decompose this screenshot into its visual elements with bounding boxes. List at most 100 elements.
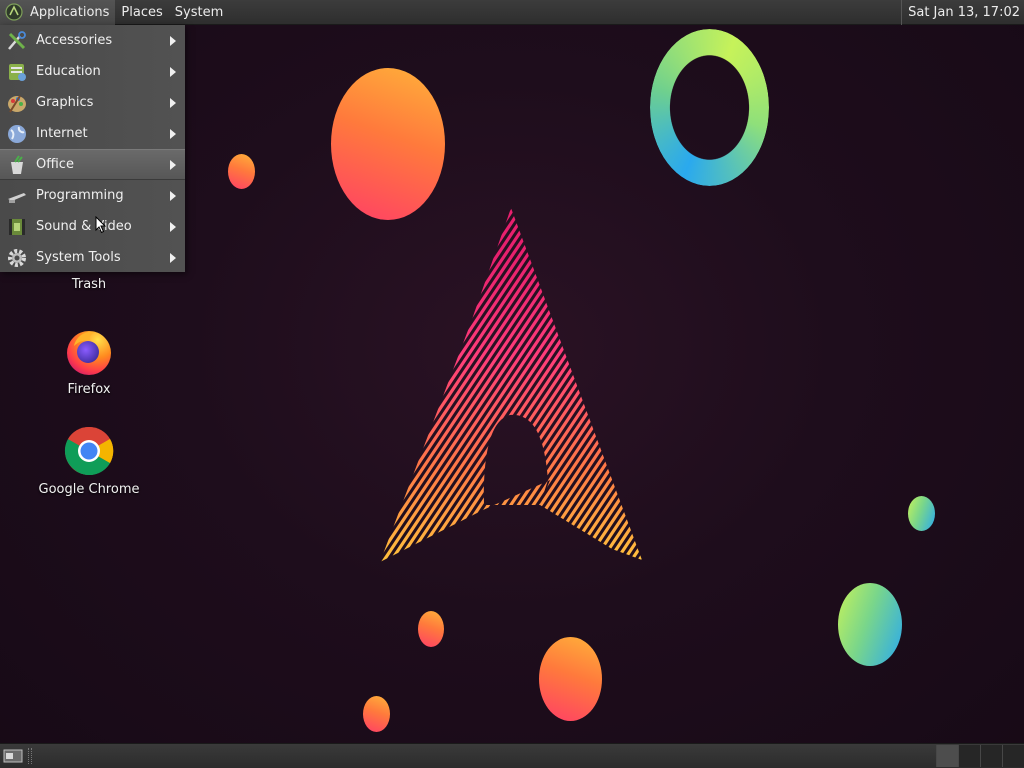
- clock[interactable]: Sat Jan 13, 17:02: [901, 0, 1024, 25]
- system-menu-label: System: [174, 4, 224, 20]
- desktop-icon-google-chrome[interactable]: Google Chrome: [29, 426, 149, 497]
- desktop-icon-firefox[interactable]: Firefox: [29, 326, 149, 397]
- desktop-icon-label: Google Chrome: [38, 482, 140, 497]
- logo-stripe: [795, 195, 1024, 585]
- desktop-icon-label: Firefox: [67, 382, 111, 397]
- logo-stripe: [750, 195, 1010, 585]
- google-chrome-icon: [64, 426, 114, 476]
- places-menu-button[interactable]: Places: [115, 0, 168, 25]
- logo-stripe: [758, 195, 1018, 585]
- logo-stripe: [653, 195, 913, 585]
- submenu-arrow-icon: [170, 252, 176, 263]
- applications-menu-button[interactable]: Applications: [0, 0, 116, 25]
- logo-stripe: [848, 195, 1024, 585]
- logo-stripe: [561, 208, 642, 562]
- applications-menu-label: Applications: [30, 4, 110, 20]
- logo-stripe: [690, 195, 950, 585]
- logo-stripe: [863, 195, 1024, 585]
- sound-video-icon: [6, 216, 28, 238]
- menu-item-label: Programming: [36, 188, 124, 203]
- office-icon: [6, 154, 28, 176]
- logo-stripe: [833, 195, 1024, 585]
- distro-logo-icon: [4, 2, 24, 22]
- submenu-arrow-icon: [170, 190, 176, 201]
- show-desktop-icon: [3, 749, 23, 763]
- internet-globe-icon: [6, 123, 28, 145]
- logo-stripe: [818, 195, 1024, 585]
- submenu-arrow-icon: [170, 221, 176, 232]
- menu-item-label: Graphics: [36, 95, 94, 110]
- workspace-4[interactable]: [1002, 745, 1024, 767]
- logo-stripe: [705, 195, 965, 585]
- logo-stripe: [380, 208, 419, 562]
- programming-icon: [6, 185, 28, 207]
- logo-stripe: [568, 208, 642, 562]
- logo-stripe: [878, 195, 1024, 585]
- education-icon: [6, 61, 28, 83]
- menu-item-label: Education: [36, 64, 101, 79]
- menu-item-label: Sound & Video: [36, 219, 132, 234]
- logo-stripe: [380, 208, 427, 562]
- logo-stripe: [788, 195, 1024, 585]
- places-menu-label: Places: [121, 4, 163, 20]
- menu-item-graphics[interactable]: Graphics: [0, 87, 185, 118]
- logo-stripe: [606, 208, 642, 562]
- menu-item-office[interactable]: Office: [0, 149, 185, 180]
- mouse-cursor-icon: [95, 216, 107, 234]
- logo-stripe: [553, 208, 642, 562]
- menu-item-programming[interactable]: Programming: [0, 180, 185, 211]
- clock-label: Sat Jan 13, 17:02: [908, 5, 1020, 20]
- logo-stripe: [713, 195, 973, 585]
- bottom-panel: [0, 743, 1024, 768]
- show-desktop-button[interactable]: [2, 747, 24, 765]
- workspace-2[interactable]: [958, 745, 980, 767]
- logo-stripe: [636, 208, 642, 562]
- firefox-icon: [64, 326, 114, 376]
- logo-stripe: [728, 195, 988, 585]
- logo-stripe: [735, 195, 995, 585]
- graphics-icon: [6, 92, 28, 114]
- menu-item-label: System Tools: [36, 250, 121, 265]
- desktop-icon-label: Trash: [71, 277, 107, 292]
- panel-drag-handle[interactable]: [28, 748, 32, 764]
- system-menu-button[interactable]: System: [169, 0, 229, 25]
- logo-stripe: [675, 195, 935, 585]
- workspace-1[interactable]: [936, 745, 958, 767]
- menu-item-label: Office: [36, 157, 74, 172]
- submenu-arrow-icon: [170, 97, 176, 108]
- menu-item-label: Internet: [36, 126, 88, 141]
- submenu-arrow-icon: [170, 66, 176, 77]
- menu-item-education[interactable]: Education: [0, 56, 185, 87]
- logo-stripe: [698, 195, 958, 585]
- logo-stripe: [683, 195, 943, 585]
- top-panel: Applications Places System Sat Jan 13, 1…: [0, 0, 1024, 25]
- logo-stripe: [810, 195, 1024, 585]
- logo-stripe: [598, 208, 642, 562]
- workspace-3[interactable]: [980, 745, 1002, 767]
- applications-menu: Accessories Education Graphics Internet …: [0, 25, 185, 272]
- logo-stripe: [720, 195, 980, 585]
- logo-stripe: [780, 195, 1024, 585]
- desktop-icon-trash[interactable]: Trash: [29, 277, 149, 292]
- logo-stripe: [668, 195, 928, 585]
- logo-stripe: [803, 195, 1024, 585]
- logo-stripe: [870, 195, 1024, 585]
- logo-stripe: [773, 195, 1024, 585]
- submenu-arrow-icon: [170, 128, 176, 139]
- menu-item-internet[interactable]: Internet: [0, 118, 185, 149]
- logo-stripe: [660, 195, 920, 585]
- logo-stripe: [628, 208, 642, 562]
- menu-item-sound-video[interactable]: Sound & Video: [0, 211, 185, 242]
- menu-item-accessories[interactable]: Accessories: [0, 25, 185, 56]
- logo-stripe: [885, 195, 1024, 585]
- logo-stripe: [743, 195, 1003, 585]
- logo-stripe: [546, 208, 642, 562]
- submenu-arrow-icon: [170, 35, 176, 46]
- logo-stripe: [645, 195, 905, 585]
- logo-stripe: [538, 208, 642, 562]
- logo-stripe: [576, 208, 642, 562]
- menu-item-system-tools[interactable]: System Tools: [0, 242, 185, 273]
- workspace-switcher: [936, 745, 1024, 767]
- logo-stripe: [613, 208, 642, 562]
- logo-stripe: [825, 195, 1024, 585]
